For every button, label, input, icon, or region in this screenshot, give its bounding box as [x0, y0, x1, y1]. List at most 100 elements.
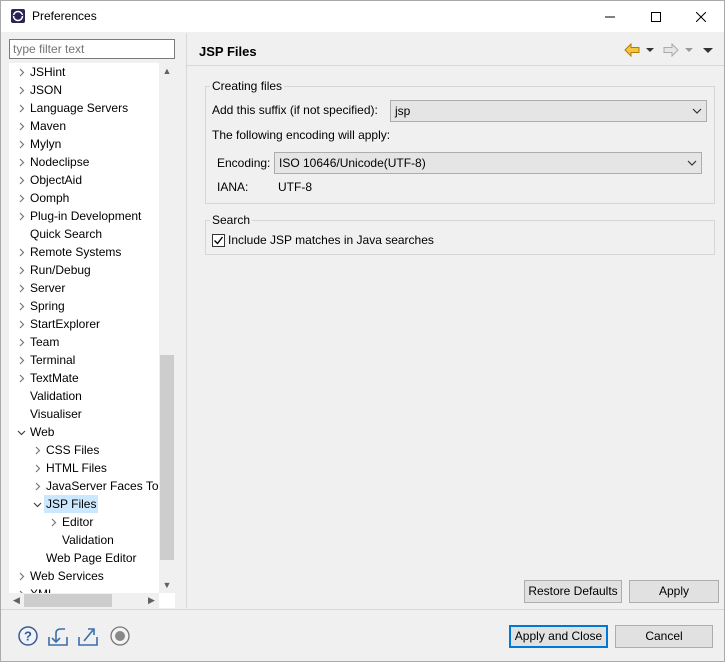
tree-item[interactable]: Validation	[9, 387, 159, 405]
chevron-right-icon[interactable]	[15, 243, 27, 261]
tree-item-label: StartExplorer	[30, 317, 101, 331]
tree-item[interactable]: Team	[9, 333, 159, 351]
tree-item[interactable]: Editor	[9, 513, 159, 531]
apply-and-close-button[interactable]: Apply and Close	[509, 625, 608, 648]
chevron-right-icon[interactable]	[47, 513, 59, 531]
chevron-right-icon[interactable]	[15, 351, 27, 369]
suffix-combo[interactable]: jsp	[390, 100, 707, 122]
record-button[interactable]	[109, 625, 131, 647]
tree-item[interactable]: JSON	[9, 81, 159, 99]
title-bar: Preferences	[1, 1, 724, 32]
suffix-value: jsp	[395, 104, 411, 118]
encoding-combo[interactable]: ISO 10646/Unicode(UTF-8)	[274, 152, 702, 174]
minimize-icon	[605, 16, 615, 17]
apply-button[interactable]: Apply	[629, 580, 719, 603]
scroll-right-icon[interactable]: ▶	[144, 593, 159, 608]
chevron-right-icon[interactable]	[15, 63, 27, 81]
minimize-button[interactable]	[587, 1, 633, 32]
tree-item[interactable]: Mylyn	[9, 135, 159, 153]
chevron-right-icon[interactable]	[15, 585, 27, 593]
chevron-right-icon[interactable]	[31, 477, 43, 495]
tree-horizontal-scroll-thumb[interactable]	[24, 594, 112, 607]
tree-item-label: Server	[30, 281, 66, 295]
chevron-right-icon[interactable]	[31, 459, 43, 477]
tree-item-label: Web Services	[30, 569, 104, 583]
forward-menu-button[interactable]	[685, 41, 693, 59]
tree-item[interactable]: Spring	[9, 297, 159, 315]
tree-vertical-scrollbar[interactable]: ▲ ▼	[159, 63, 175, 593]
tree-item-label: Spring	[30, 299, 65, 313]
cancel-button[interactable]: Cancel	[615, 625, 713, 648]
tree-item[interactable]: Web Services	[9, 567, 159, 585]
tree-item[interactable]: XML	[9, 585, 159, 593]
forward-button[interactable]	[663, 41, 679, 59]
scroll-up-icon[interactable]: ▲	[159, 63, 175, 79]
chevron-right-icon[interactable]	[31, 441, 43, 459]
tree-item[interactable]: CSS Files	[9, 441, 159, 459]
chevron-right-icon[interactable]	[15, 207, 27, 225]
include-jsp-checkbox[interactable]	[212, 234, 225, 247]
chevron-right-icon[interactable]	[15, 99, 27, 117]
back-arrow-icon	[624, 43, 640, 57]
tree-vertical-scroll-thumb[interactable]	[160, 355, 174, 560]
tree-item[interactable]: TextMate	[9, 369, 159, 387]
tree-item[interactable]: Server	[9, 279, 159, 297]
tree-item-label: Web Page Editor	[46, 551, 137, 565]
close-button[interactable]	[678, 1, 724, 32]
tree-item[interactable]: Web Page Editor	[9, 549, 159, 567]
encoding-note: The following encoding will apply:	[212, 128, 391, 142]
help-button[interactable]: ?	[17, 625, 39, 647]
tree-item[interactable]: JavaServer Faces Too	[9, 477, 159, 495]
chevron-right-icon[interactable]	[15, 153, 27, 171]
chevron-right-icon[interactable]	[15, 369, 27, 387]
chevron-down-icon[interactable]	[15, 423, 27, 441]
tree-item[interactable]: Oomph	[9, 189, 159, 207]
tree-item[interactable]: Terminal	[9, 351, 159, 369]
chevron-right-icon[interactable]	[15, 117, 27, 135]
tree-item[interactable]: Validation	[9, 531, 159, 549]
tree-item[interactable]: JSP Files	[9, 495, 159, 513]
chevron-right-icon[interactable]	[15, 261, 27, 279]
chevron-right-icon[interactable]	[15, 279, 27, 297]
tree-item[interactable]: Web	[9, 423, 159, 441]
chevron-right-icon[interactable]	[15, 315, 27, 333]
export-button[interactable]	[77, 625, 99, 647]
chevron-right-icon[interactable]	[15, 81, 27, 99]
tree-item[interactable]: Language Servers	[9, 99, 159, 117]
tree-item[interactable]: HTML Files	[9, 459, 159, 477]
tree-item[interactable]: Maven	[9, 117, 159, 135]
back-menu-button[interactable]	[646, 41, 654, 59]
include-jsp-checkbox-label[interactable]: Include JSP matches in Java searches	[228, 233, 434, 247]
tree-item[interactable]: Remote Systems	[9, 243, 159, 261]
tree-item[interactable]: Quick Search	[9, 225, 159, 243]
maximize-button[interactable]	[633, 1, 679, 32]
scroll-down-icon[interactable]: ▼	[159, 577, 175, 593]
tree-item[interactable]: JSHint	[9, 63, 159, 81]
creating-files-group-label: Creating files	[210, 79, 285, 93]
chevron-right-icon[interactable]	[15, 171, 27, 189]
tree-item[interactable]: ObjectAid	[9, 171, 159, 189]
chevron-right-icon[interactable]	[15, 333, 27, 351]
panel-splitter[interactable]	[186, 33, 187, 608]
chevron-right-icon[interactable]	[15, 567, 27, 585]
chevron-down-icon[interactable]	[31, 495, 43, 513]
tree-item[interactable]: Run/Debug	[9, 261, 159, 279]
checkmark-icon	[214, 236, 224, 245]
chevron-right-icon[interactable]	[15, 189, 27, 207]
tree-horizontal-scrollbar[interactable]: ◀ ▶	[9, 593, 159, 608]
import-button[interactable]	[47, 625, 69, 647]
tree-item[interactable]: Plug-in Development	[9, 207, 159, 225]
tree-item-label: Validation	[30, 389, 82, 403]
back-button[interactable]	[624, 41, 640, 59]
chevron-right-icon[interactable]	[15, 297, 27, 315]
tree-item[interactable]: Nodeclipse	[9, 153, 159, 171]
tree-item[interactable]: Visualiser	[9, 405, 159, 423]
view-menu-button[interactable]	[703, 41, 713, 59]
chevron-down-icon	[685, 48, 693, 52]
filter-input[interactable]	[9, 39, 175, 59]
chevron-right-icon[interactable]	[15, 135, 27, 153]
tree-item[interactable]: StartExplorer	[9, 315, 159, 333]
tree-item-label: JavaServer Faces Too	[46, 479, 159, 493]
scroll-left-icon[interactable]: ◀	[9, 593, 24, 608]
restore-defaults-button[interactable]: Restore Defaults	[524, 580, 622, 603]
